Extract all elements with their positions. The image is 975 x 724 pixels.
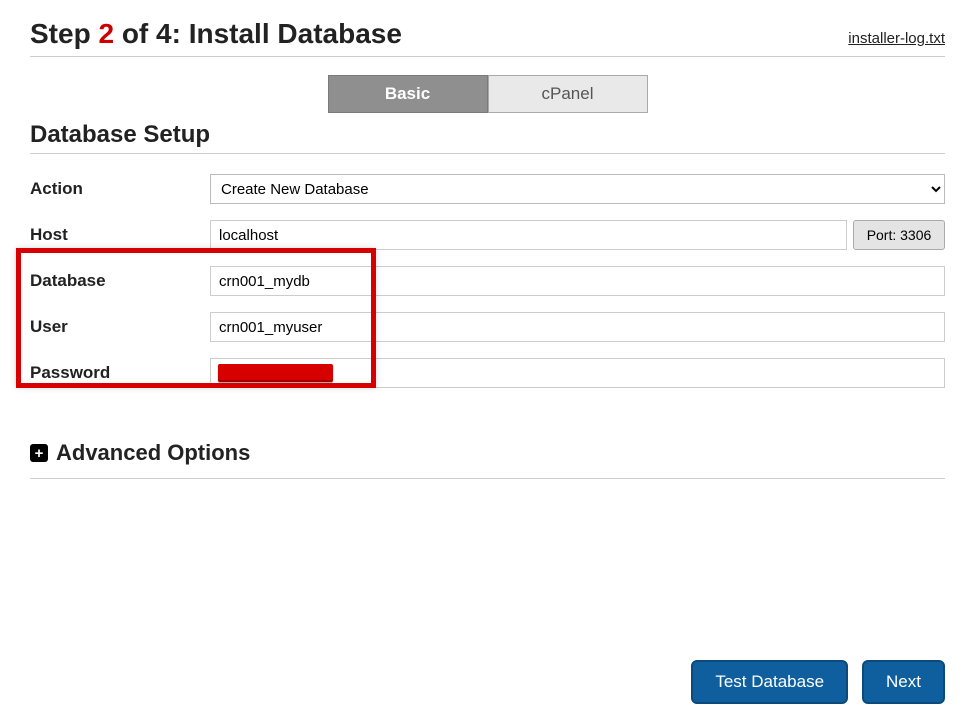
user-input[interactable] bbox=[210, 312, 945, 342]
step-title: Step 2 of 4: Install Database bbox=[30, 18, 402, 50]
password-label: Password bbox=[30, 363, 210, 383]
database-label: Database bbox=[30, 271, 210, 291]
advanced-options-label: Advanced Options bbox=[56, 440, 250, 466]
next-button[interactable]: Next bbox=[862, 660, 945, 704]
action-label: Action bbox=[30, 179, 210, 199]
user-label: User bbox=[30, 317, 210, 337]
database-input[interactable] bbox=[210, 266, 945, 296]
step-number: 2 bbox=[98, 18, 114, 49]
advanced-options-toggle[interactable]: + Advanced Options bbox=[30, 440, 945, 479]
section-title-database-setup: Database Setup bbox=[30, 121, 945, 154]
host-label: Host bbox=[30, 225, 210, 245]
step-suffix: of 4: Install Database bbox=[114, 18, 402, 49]
host-input[interactable] bbox=[210, 220, 847, 250]
installer-log-link[interactable]: installer-log.txt bbox=[848, 30, 945, 47]
step-prefix: Step bbox=[30, 18, 98, 49]
tab-cpanel[interactable]: cPanel bbox=[488, 75, 648, 113]
database-setup-form: Action Create New Database Host Port: 33… bbox=[30, 166, 945, 396]
setup-tabs: Basic cPanel bbox=[30, 75, 945, 113]
test-database-button[interactable]: Test Database bbox=[691, 660, 848, 704]
password-redaction bbox=[218, 364, 333, 382]
plus-icon: + bbox=[30, 444, 48, 462]
tab-basic[interactable]: Basic bbox=[328, 75, 488, 113]
action-select[interactable]: Create New Database bbox=[210, 174, 945, 204]
port-button[interactable]: Port: 3306 bbox=[853, 220, 945, 250]
